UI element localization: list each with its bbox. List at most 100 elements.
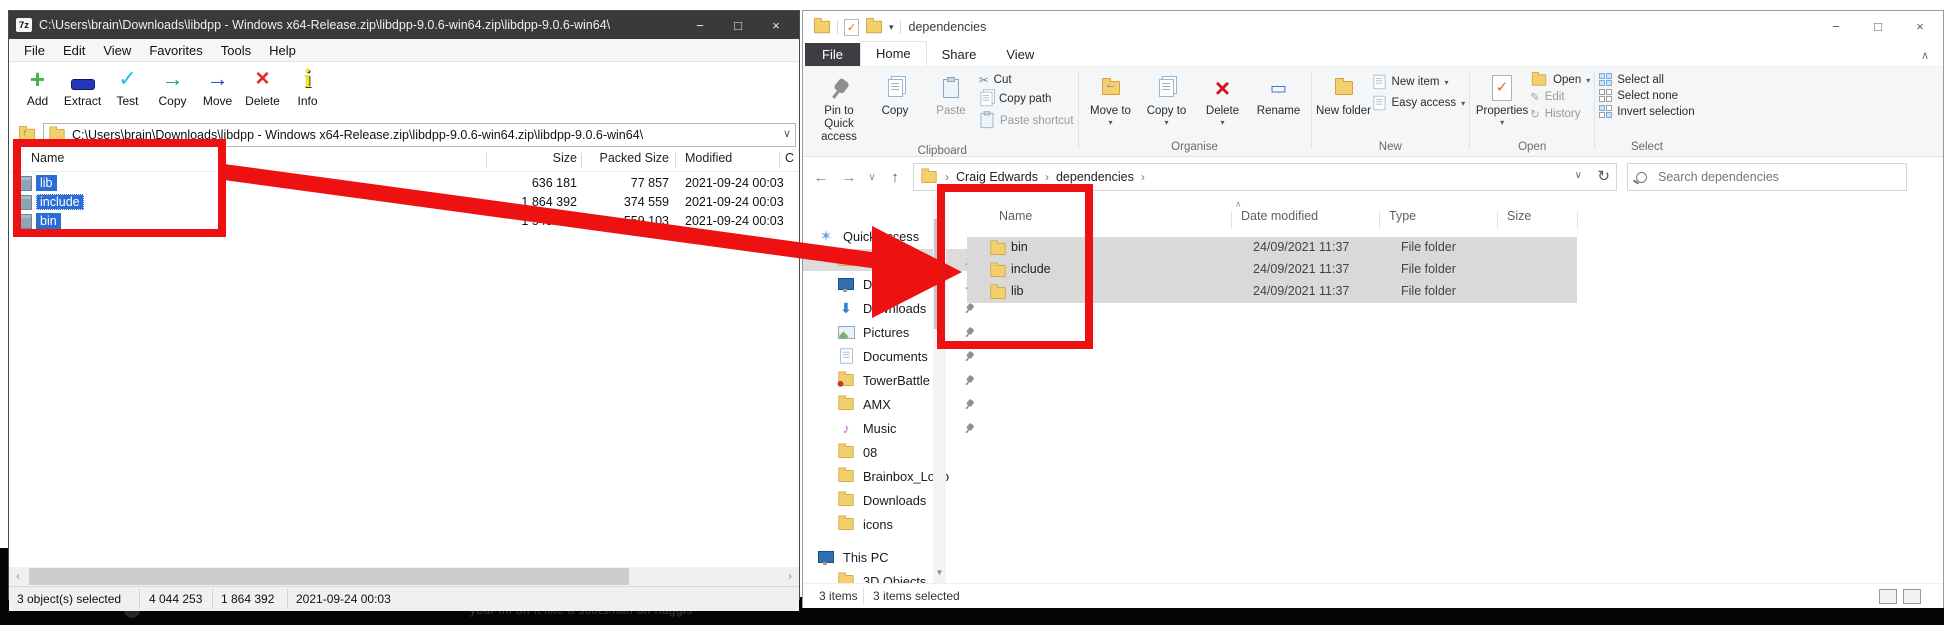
chevron-down-icon[interactable]: ▾ bbox=[1461, 99, 1465, 108]
sidebar-item-brain[interactable]: brain bbox=[803, 249, 980, 271]
paste-shortcut-button[interactable]: Paste shortcut bbox=[979, 111, 1074, 130]
up-button[interactable]: ↑ bbox=[881, 169, 909, 186]
properties-button[interactable]: ✓Properties▾ bbox=[1474, 71, 1530, 127]
tab-view[interactable]: View bbox=[991, 43, 1049, 66]
scroll-left-arrow[interactable]: ‹ bbox=[9, 568, 27, 585]
extract-button[interactable]: Extract bbox=[60, 63, 105, 119]
up-one-level-button[interactable]: ↑ bbox=[14, 124, 40, 146]
sevenzip-titlebar[interactable]: 7z C:\Users\brain\Downloads\libdpp - Win… bbox=[9, 11, 799, 39]
copy-button[interactable]: Copy bbox=[867, 71, 923, 118]
chevron-down-icon[interactable]: ▾ bbox=[1165, 118, 1169, 127]
chevron-down-icon[interactable]: ▾ bbox=[1109, 118, 1113, 127]
sidebar-item-desktop[interactable]: Desktop bbox=[803, 273, 980, 295]
test-button[interactable]: ✓Test bbox=[105, 63, 150, 119]
edit-button[interactable]: ✎Edit bbox=[1530, 90, 1590, 104]
search-box[interactable] bbox=[1627, 163, 1907, 191]
cut-button[interactable]: ✂Cut bbox=[979, 73, 1074, 87]
scroll-up-arrow[interactable]: ▲ bbox=[933, 197, 946, 211]
breadcrumb-item-dependencies[interactable]: dependencies bbox=[1056, 170, 1134, 184]
collapse-ribbon-chevron-icon[interactable]: ∧ bbox=[1921, 49, 1929, 62]
scroll-right-arrow[interactable]: › bbox=[781, 568, 799, 585]
delete-button[interactable]: ×Delete bbox=[240, 63, 285, 119]
history-button[interactable]: ↻History bbox=[1530, 107, 1590, 121]
sidebar-item-downloads[interactable]: Downloads bbox=[803, 489, 980, 511]
menu-favorites[interactable]: Favorites bbox=[140, 41, 211, 60]
back-button[interactable]: ← bbox=[807, 169, 835, 186]
address-chevron-down-icon[interactable]: ∨ bbox=[1575, 170, 1582, 181]
rename-button[interactable]: ▭Rename bbox=[1251, 71, 1307, 118]
table-row[interactable]: include1 864 392374 5592021-09-24 00:03 bbox=[9, 193, 799, 212]
sidebar-item-towerbattle[interactable]: TowerBattle bbox=[803, 369, 980, 391]
scrollbar-thumb[interactable] bbox=[29, 568, 629, 585]
thumbnail-view-toggle-icon[interactable] bbox=[1903, 589, 1921, 604]
move-to-button[interactable]: ←Move to▾ bbox=[1083, 71, 1139, 127]
easy-access-button[interactable]: Easy access▾ bbox=[1372, 94, 1466, 112]
new-folder-qat-icon[interactable] bbox=[866, 21, 882, 34]
table-row[interactable]: bin1 543 680559 1032021-09-24 00:03 bbox=[9, 212, 799, 231]
qat-chevron-down-icon[interactable]: ▾ bbox=[889, 22, 894, 33]
column-header-name[interactable]: Name bbox=[31, 151, 64, 171]
sidebar-item-music[interactable]: ♪Music bbox=[803, 417, 980, 439]
maximize-button[interactable]: □ bbox=[719, 11, 757, 39]
sidebar-item-downloads[interactable]: ⬇Downloads bbox=[803, 297, 980, 319]
close-button[interactable]: × bbox=[757, 11, 795, 39]
sidebar-item-08[interactable]: 08 bbox=[803, 441, 980, 463]
column-separator[interactable] bbox=[1379, 211, 1380, 229]
minimize-button[interactable]: − bbox=[681, 11, 719, 39]
column-header-type[interactable]: Type bbox=[1389, 209, 1416, 231]
sidebar-item-documents[interactable]: Documents bbox=[803, 345, 980, 367]
scroll-down-arrow[interactable]: ▼ bbox=[933, 565, 946, 579]
column-header-modified[interactable]: Modified bbox=[685, 151, 732, 171]
sidebar-item-brainbox_logo[interactable]: Brainbox_Logo bbox=[803, 465, 980, 487]
close-button[interactable]: × bbox=[1899, 11, 1941, 41]
menu-view[interactable]: View bbox=[94, 41, 140, 60]
copy-to-button[interactable]: Copy to▾ bbox=[1139, 71, 1195, 127]
sidebar-item-amx[interactable]: AMX bbox=[803, 393, 980, 415]
properties-check-icon[interactable]: ✓ bbox=[844, 19, 859, 36]
chevron-down-icon[interactable]: ▾ bbox=[1586, 76, 1590, 85]
tab-home[interactable]: Home bbox=[860, 41, 927, 66]
sidebar-scrollbar[interactable]: ▲ ▼ bbox=[933, 197, 946, 583]
move-button[interactable]: →Move bbox=[195, 63, 240, 119]
chevron-down-icon[interactable]: ▾ bbox=[1221, 118, 1225, 127]
new-folder-button[interactable]: New folder bbox=[1316, 71, 1372, 118]
explorer-titlebar[interactable]: ✓ ▾ dependencies − □ × bbox=[803, 11, 1943, 43]
scrollbar-thumb[interactable] bbox=[934, 219, 945, 329]
new-item-button[interactable]: New item▾ bbox=[1372, 73, 1466, 91]
table-row[interactable]: bin24/09/2021 11:37File folder bbox=[967, 237, 1577, 259]
sidebar-item-pictures[interactable]: Pictures bbox=[803, 321, 980, 343]
column-header-name[interactable]: Name bbox=[999, 209, 1032, 231]
table-row[interactable]: lib636 18177 8572021-09-24 00:03 bbox=[9, 174, 799, 193]
tab-share[interactable]: Share bbox=[927, 43, 992, 66]
sidebar-item-icons[interactable]: icons bbox=[803, 513, 980, 535]
forward-button[interactable]: → bbox=[835, 169, 863, 186]
open-button[interactable]: Open▾ bbox=[1530, 73, 1590, 87]
breadcrumb[interactable]: › Craig Edwards › dependencies › ∨ ↻ bbox=[913, 163, 1617, 191]
breadcrumb-item-craig-edwards[interactable]: Craig Edwards bbox=[956, 170, 1038, 184]
recent-locations-chevron-icon[interactable]: ∨ bbox=[863, 172, 881, 183]
column-separator[interactable] bbox=[1577, 211, 1578, 229]
details-view-toggle-icon[interactable] bbox=[1879, 589, 1897, 604]
copy-button[interactable]: →Copy bbox=[150, 63, 195, 119]
copy-path-button[interactable]: Copy path bbox=[979, 90, 1074, 108]
add-button[interactable]: +Add bbox=[15, 63, 60, 119]
column-header-created-cut[interactable]: C bbox=[785, 151, 794, 171]
column-separator[interactable] bbox=[1231, 211, 1232, 229]
column-separator[interactable] bbox=[1497, 211, 1498, 229]
column-header-packed-size[interactable]: Packed Size bbox=[549, 151, 669, 171]
menu-edit[interactable]: Edit bbox=[54, 41, 94, 60]
select-none-button[interactable]: Select none bbox=[1599, 89, 1694, 102]
paste-button[interactable]: Paste bbox=[923, 71, 979, 118]
refresh-icon[interactable]: ↻ bbox=[1597, 167, 1610, 185]
chevron-down-icon[interactable]: ∨ bbox=[783, 127, 791, 140]
sevenzip-path-combobox[interactable]: C:\Users\brain\Downloads\libdpp - Window… bbox=[43, 123, 796, 147]
maximize-button[interactable]: □ bbox=[1857, 11, 1899, 41]
select-all-button[interactable]: Select all bbox=[1599, 73, 1694, 86]
table-row[interactable]: lib24/09/2021 11:37File folder bbox=[967, 281, 1577, 303]
menu-tools[interactable]: Tools bbox=[212, 41, 260, 60]
chevron-down-icon[interactable]: ▾ bbox=[1500, 118, 1504, 127]
tab-file[interactable]: File bbox=[805, 43, 860, 66]
menu-file[interactable]: File bbox=[15, 41, 54, 60]
pin-to-quick-access-button[interactable]: Pin to Quick access bbox=[811, 71, 867, 145]
column-header-date-modified[interactable]: Date modified bbox=[1241, 209, 1318, 231]
